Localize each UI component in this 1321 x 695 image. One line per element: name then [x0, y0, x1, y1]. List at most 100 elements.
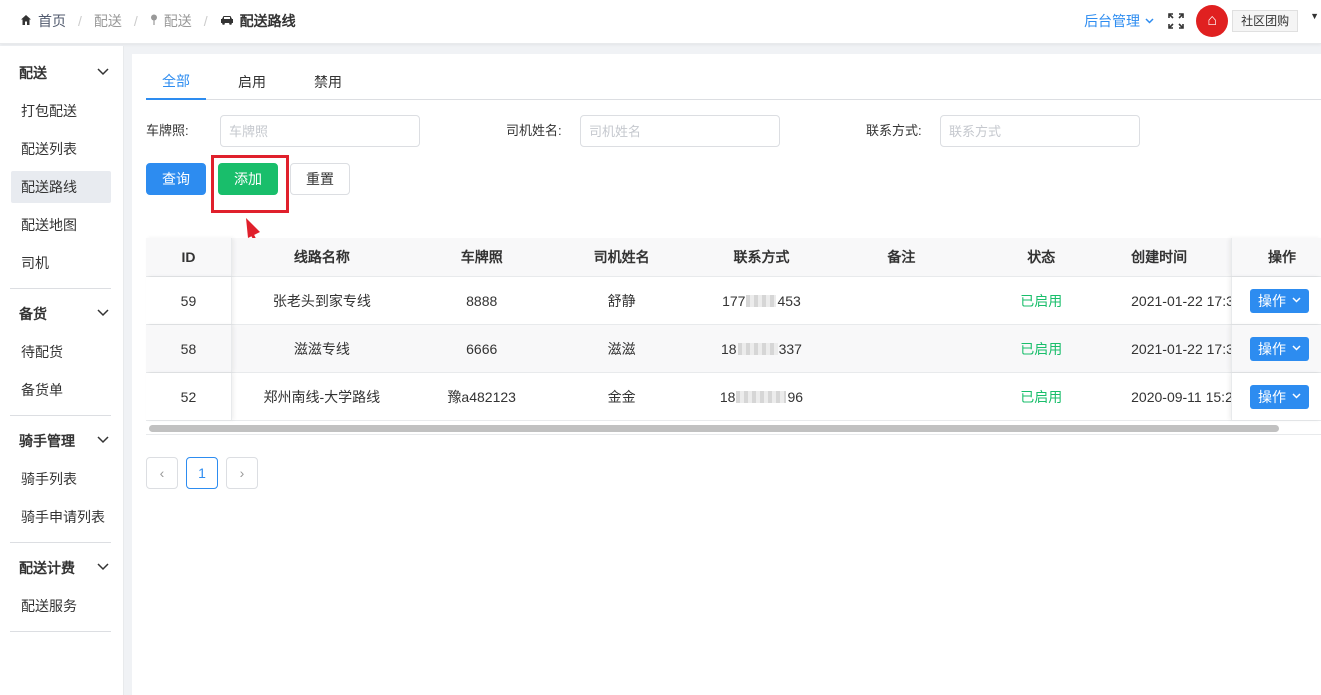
prev-page-button[interactable]: ‹ — [146, 457, 178, 489]
chevron-down-icon — [1292, 391, 1301, 402]
page-1-button[interactable]: 1 — [186, 457, 218, 489]
cell-plate: 8888 — [466, 292, 498, 309]
cell-driver: 金金 — [607, 388, 636, 405]
scrollbar-thumb[interactable] — [149, 425, 1279, 432]
pin-icon — [150, 14, 158, 29]
cell-note — [831, 277, 971, 324]
table-horizontal-scrollbar[interactable] — [146, 421, 1321, 435]
column-header-driver: 司机姓名 — [593, 249, 650, 265]
sidebar: 配送 打包配送 配送列表 配送路线 配送地图 司机 备货 待配货 备货单 骑手管… — [0, 46, 124, 695]
table-row: 59 张老头到家专线 8888 舒静 177 453 已启用 2021-01-22… — [146, 277, 1321, 325]
community-tag[interactable]: 社区团购 — [1232, 10, 1299, 32]
cell-plate: 豫a482123 — [447, 388, 516, 405]
plate-input[interactable] — [220, 115, 420, 147]
filter-form: 车牌照: 司机姓名: 联系方式: — [146, 115, 1321, 147]
cell-route-name: 张老头到家专线 — [272, 292, 371, 309]
breadcrumb-separator: / — [203, 13, 208, 29]
cell-contact: 18 96 — [692, 373, 832, 420]
sidebar-divider — [10, 542, 111, 543]
contact-label: 联系方式: — [866, 123, 922, 138]
driver-name-input[interactable] — [580, 115, 780, 147]
chevron-down-icon — [97, 562, 109, 574]
sidebar-divider — [10, 288, 111, 289]
plate-label: 车牌照: — [146, 123, 189, 138]
sidebar-divider — [10, 631, 111, 632]
breadcrumb-level2[interactable]: 配送 — [150, 11, 192, 31]
cell-driver: 滋滋 — [607, 340, 636, 357]
cell-status: 已启用 — [1020, 340, 1063, 357]
actions-dropdown-button[interactable]: 操作 — [1250, 288, 1310, 313]
masked-phone: 177 453 — [722, 292, 801, 309]
breadcrumb-separator: / — [78, 13, 82, 29]
cell-id: 58 — [146, 325, 232, 372]
top-header: 首页 / 配送 / 配送 / 配送路线 后台管理 ⌂ 社区团购 ▼ — [0, 0, 1321, 44]
cell-id: 52 — [146, 373, 232, 420]
sidebar-item-delivery-service[interactable]: 配送服务 — [0, 587, 123, 625]
car-icon — [220, 14, 234, 28]
chevron-down-icon — [97, 435, 109, 447]
home-icon — [20, 14, 32, 29]
sidebar-group-rider-management[interactable]: 骑手管理 — [0, 422, 123, 460]
cell-status: 已启用 — [1020, 292, 1063, 309]
column-header-actions: 操作 — [1231, 238, 1321, 276]
sidebar-item-driver[interactable]: 司机 — [0, 244, 123, 282]
masked-phone: 18 96 — [719, 388, 804, 405]
chevron-down-icon — [1292, 295, 1301, 306]
actions-dropdown-button[interactable]: 操作 — [1250, 336, 1310, 361]
next-page-button[interactable]: › — [226, 457, 258, 489]
tab-enabled[interactable]: 启用 — [222, 64, 282, 100]
brand-logo[interactable]: ⌂ — [1196, 5, 1229, 37]
chevron-down-icon — [1145, 16, 1154, 27]
breadcrumb-level1[interactable]: 配送 — [94, 11, 122, 31]
fullscreen-icon[interactable] — [1168, 13, 1184, 29]
table-row: 52 郑州南线-大学路线 豫a482123 金金 18 96 已启用 2020-0… — [146, 373, 1321, 421]
sidebar-item-delivery-map[interactable]: 配送地图 — [0, 206, 123, 244]
breadcrumb-home[interactable]: 首页 — [20, 11, 66, 31]
cell-note — [831, 325, 971, 372]
cell-created: 2021-01-22 17:3 — [1131, 292, 1232, 309]
tab-all[interactable]: 全部 — [146, 64, 206, 100]
chevron-down-icon — [97, 308, 109, 320]
reset-button[interactable]: 重置 — [290, 163, 350, 195]
query-button[interactable]: 查询 — [146, 163, 206, 195]
cell-actions: 操作 — [1231, 373, 1321, 420]
column-header-status: 状态 — [1027, 249, 1056, 265]
cell-id: 59 — [146, 277, 232, 324]
sidebar-group-delivery[interactable]: 配送 — [0, 54, 123, 92]
sidebar-item-pending-allocation[interactable]: 待配货 — [0, 333, 123, 371]
sidebar-group-stock[interactable]: 备货 — [0, 295, 123, 333]
column-header-plate: 车牌照 — [460, 249, 503, 265]
sidebar-item-delivery-list[interactable]: 配送列表 — [0, 130, 123, 168]
actions-dropdown-button[interactable]: 操作 — [1250, 384, 1310, 409]
chevron-down-icon — [97, 67, 109, 79]
column-header-note: 备注 — [887, 249, 916, 265]
cell-status: 已启用 — [1020, 388, 1063, 405]
sidebar-group-delivery-billing[interactable]: 配送计费 — [0, 549, 123, 587]
sidebar-item-stock-sheet[interactable]: 备货单 — [0, 371, 123, 409]
admin-menu-dropdown[interactable]: 后台管理 — [1084, 11, 1154, 31]
sidebar-item-pack-delivery[interactable]: 打包配送 — [0, 92, 123, 130]
cell-plate: 6666 — [466, 340, 498, 357]
cell-route-name: 郑州南线-大学路线 — [263, 388, 381, 405]
table-row: 58 滋滋专线 6666 滋滋 18 337 已启用 2021-01-22 17:… — [146, 325, 1321, 373]
sidebar-item-delivery-route[interactable]: 配送路线 — [11, 171, 111, 203]
cell-route-name: 滋滋专线 — [293, 340, 350, 357]
contact-input[interactable] — [940, 115, 1140, 147]
column-header-contact: 联系方式 — [733, 249, 790, 265]
driver-name-label: 司机姓名: — [506, 123, 562, 138]
column-header-id: ID — [146, 238, 232, 276]
sidebar-divider — [10, 415, 111, 416]
status-tabs: 全部 启用 禁用 — [146, 64, 1321, 100]
sidebar-item-rider-application-list[interactable]: 骑手申请列表 — [0, 498, 123, 536]
cell-contact: 18 337 — [692, 325, 832, 372]
sidebar-item-rider-list[interactable]: 骑手列表 — [0, 460, 123, 498]
cell-contact: 177 453 — [692, 277, 832, 324]
header-right: 后台管理 ⌂ 社区团购 ▼ — [1084, 0, 1321, 42]
cell-driver: 舒静 — [607, 292, 636, 309]
redaction-blur — [736, 390, 787, 403]
caret-down-icon[interactable]: ▼ — [1310, 11, 1319, 21]
route-table: ID 线路名称 车牌照 司机姓名 联系方式 备注 状态 创建时间 操作 59 张… — [146, 238, 1321, 421]
tab-disabled[interactable]: 禁用 — [298, 64, 358, 100]
chevron-down-icon — [1292, 343, 1301, 354]
cell-actions: 操作 — [1231, 277, 1321, 324]
